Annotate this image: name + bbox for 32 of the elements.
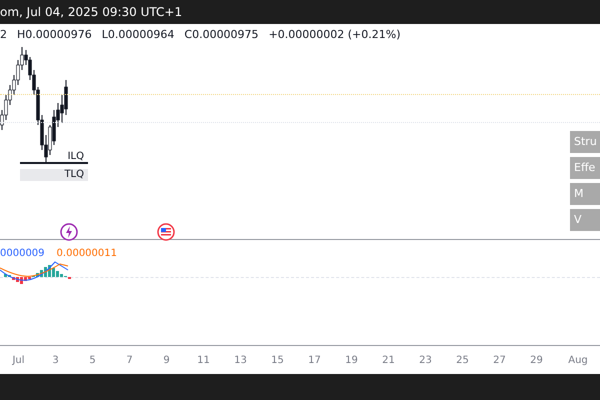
axis-label: 17 bbox=[307, 354, 322, 368]
flag-icon bbox=[157, 223, 175, 241]
axis-label: 11 bbox=[196, 354, 211, 368]
axis-label: 13 bbox=[233, 354, 248, 368]
ohlc-value: L0.00000964 bbox=[102, 27, 174, 43]
axis-label: 5 bbox=[88, 354, 97, 368]
ohlc-value: C0.00000975 bbox=[184, 27, 259, 43]
ohlc-value: H0.00000976 bbox=[17, 27, 92, 43]
axis-label: 7 bbox=[125, 354, 134, 368]
axis-label: 29 bbox=[529, 354, 544, 368]
axis-label: 19 bbox=[344, 354, 359, 368]
level-label: ILQ bbox=[68, 151, 85, 162]
ohlc-change: +0.00000002 (+0.21%) bbox=[268, 27, 401, 43]
level-label: TLQ bbox=[64, 169, 85, 181]
panel-button[interactable]: Stru bbox=[570, 131, 600, 153]
axis-label: 15 bbox=[270, 354, 285, 368]
macd-value: 0.00000011 bbox=[56, 247, 117, 261]
axis-label: 9 bbox=[162, 354, 171, 368]
lightning-icon bbox=[60, 223, 78, 241]
axis-label: 21 bbox=[381, 354, 396, 368]
axis-label: 3 bbox=[51, 354, 60, 368]
axis-label: 25 bbox=[455, 354, 470, 368]
ohlc-value: 2 bbox=[0, 27, 7, 43]
panel-button[interactable]: Effe bbox=[570, 157, 600, 179]
panel-button[interactable]: V bbox=[570, 209, 600, 231]
macd-value: 0000009 bbox=[0, 247, 45, 261]
axis-label: Aug bbox=[567, 354, 589, 368]
axis-label: 23 bbox=[418, 354, 433, 368]
axis-label: Jul bbox=[11, 354, 26, 368]
panel-button[interactable]: M bbox=[570, 183, 600, 205]
header-title: om, Jul 04, 2025 09:30 UTC+1 bbox=[0, 4, 182, 21]
axis-label: 27 bbox=[492, 354, 507, 368]
